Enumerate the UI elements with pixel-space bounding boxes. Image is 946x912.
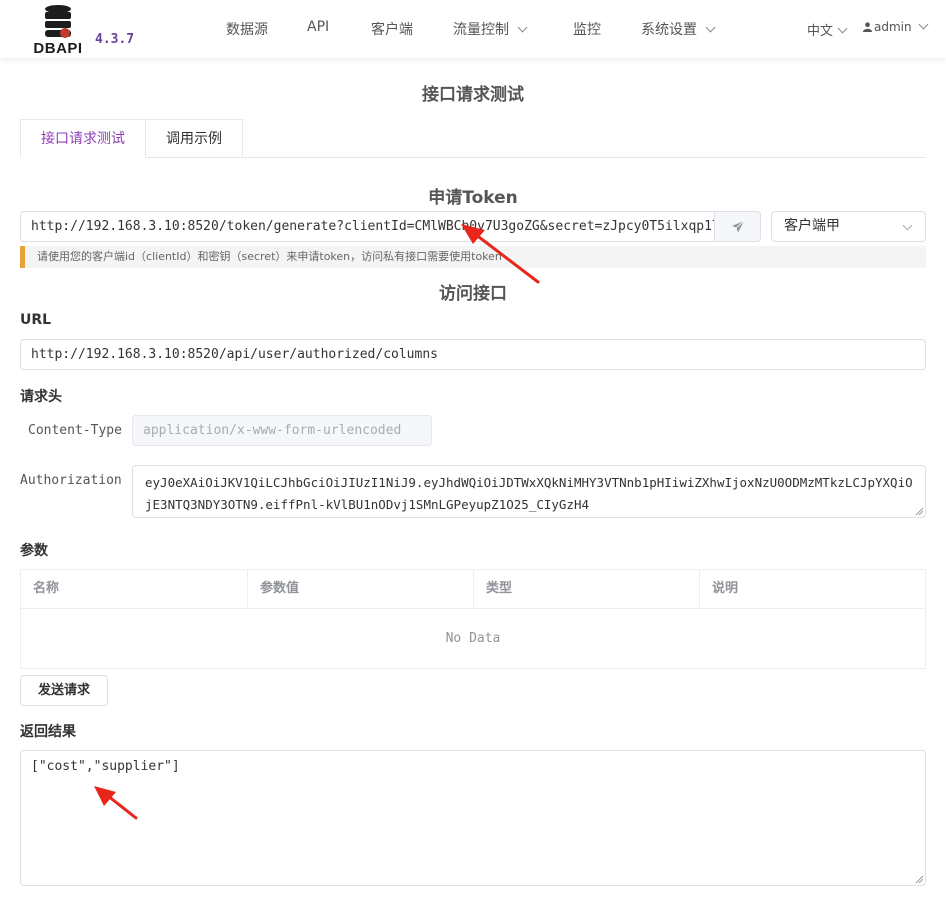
token-tip-text: 请使用您的客户端id（clientId）和密钥（secret）来申请token，… xyxy=(37,250,502,263)
version-label: 4.3.7 xyxy=(95,32,135,47)
send-request-button[interactable]: 发送请求 xyxy=(20,675,108,706)
language-switcher[interactable]: 中文 xyxy=(807,20,848,39)
headers-label: 请求头 xyxy=(20,389,62,405)
send-token-button[interactable] xyxy=(714,211,761,242)
nav-monitor[interactable]: 监控 xyxy=(573,19,601,39)
tab-bar: 接口请求测试 调用示例 xyxy=(20,119,926,158)
authorization-textarea[interactable]: eyJ0eXAiOiJKV1QiLCJhbGciOiJIUzI1NiJ9.eyJ… xyxy=(132,465,926,518)
page-title: 接口请求测试 xyxy=(422,85,524,105)
column-header-description: 说明 xyxy=(712,581,739,596)
column-header-value: 参数值 xyxy=(248,570,474,609)
nav-label: 数据源 xyxy=(226,22,268,38)
chevron-down-icon xyxy=(837,23,848,34)
language-label: 中文 xyxy=(807,24,834,39)
url-label: URL xyxy=(20,312,52,328)
api-url-input[interactable]: http://192.168.3.10:8520/api/user/author… xyxy=(20,339,926,370)
annotation-arrow-icon xyxy=(94,786,138,820)
chevron-down-icon xyxy=(918,19,929,30)
nav-datasource[interactable]: 数据源 xyxy=(226,19,268,39)
paper-plane-icon xyxy=(732,220,745,233)
column-header-name: 名称 xyxy=(21,570,248,609)
authorization-label: Authorization xyxy=(20,473,122,488)
nav-client[interactable]: 客户端 xyxy=(371,19,413,39)
token-url-input[interactable]: http://192.168.3.10:8520/token/generate?… xyxy=(20,211,715,242)
nav-label: 系统设置 xyxy=(641,22,697,38)
nav-flow-control[interactable]: 流量控制 xyxy=(453,19,528,39)
chevron-down-icon xyxy=(705,22,716,33)
column-header-type: 类型 xyxy=(474,570,700,609)
table-header-row: 名称 参数值 类型 说明 xyxy=(21,570,925,609)
database-icon xyxy=(45,5,71,38)
nav-system-settings[interactable]: 系统设置 xyxy=(641,19,716,39)
content-type-label: Content-Type xyxy=(28,423,122,438)
result-label: 返回结果 xyxy=(20,724,76,740)
chevron-down-icon xyxy=(902,220,913,231)
tab-call-example[interactable]: 调用示例 xyxy=(146,119,243,158)
resize-handle-icon[interactable] xyxy=(915,875,923,883)
client-select-value: 客户端甲 xyxy=(784,218,840,234)
params-label: 参数 xyxy=(20,543,48,559)
annotation-arrow-icon xyxy=(461,224,540,284)
resize-handle-icon[interactable] xyxy=(915,507,923,515)
nav-label: 流量控制 xyxy=(453,22,509,38)
tab-request-test[interactable]: 接口请求测试 xyxy=(20,119,146,158)
user-menu[interactable]: admin xyxy=(863,19,929,34)
content-type-input[interactable]: application/x-www-form-urlencoded xyxy=(132,415,432,446)
chevron-down-icon xyxy=(517,22,528,33)
app-logo[interactable]: DBAPI xyxy=(29,4,87,57)
logo-text: DBAPI xyxy=(33,40,83,57)
user-name: admin xyxy=(874,20,912,34)
user-icon xyxy=(863,22,872,32)
top-navbar: DBAPI 4.3.7 数据源 API 客户端 流量控制 监控 系统设置 中文 … xyxy=(0,0,946,58)
nav-api[interactable]: API xyxy=(307,19,329,35)
token-section-title: 申请Token xyxy=(428,188,518,208)
client-select[interactable]: 客户端甲 xyxy=(771,211,926,242)
params-table: 名称 参数值 类型 说明 No Data xyxy=(20,569,926,669)
nav-label: 客户端 xyxy=(371,22,413,38)
result-textarea[interactable]: ["cost","supplier"] xyxy=(20,750,926,886)
authorization-value: eyJ0eXAiOiJKV1QiLCJhbGciOiJIUzI1NiJ9.eyJ… xyxy=(145,475,913,512)
result-value: ["cost","supplier"] xyxy=(31,759,180,774)
nav-label: 监控 xyxy=(573,22,601,38)
table-empty-text: No Data xyxy=(445,631,501,646)
nav-label: API xyxy=(307,19,330,35)
